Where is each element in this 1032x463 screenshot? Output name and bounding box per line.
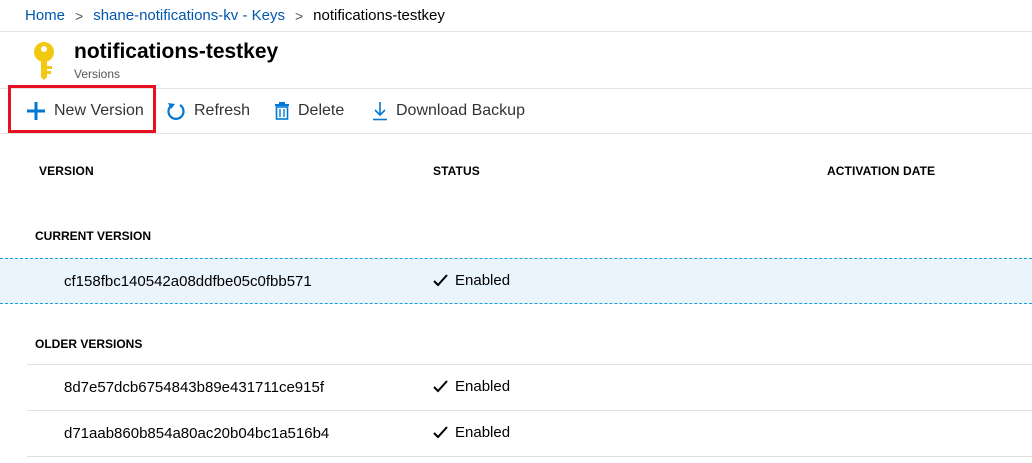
refresh-button[interactable]: Refresh [166, 89, 250, 133]
column-header-version[interactable]: VERSION [39, 164, 94, 178]
version-id: 8d7e57dcb6754843b89e431711ce915f [64, 379, 324, 396]
new-version-label: New Version [54, 102, 144, 119]
breadcrumb-vault-link[interactable]: shane-notifications-kv - Keys [93, 7, 285, 24]
column-header-activation-date[interactable]: ACTIVATION DATE [827, 164, 935, 178]
version-id: d71aab860b854a80ac20b04bc1a516b4 [64, 425, 330, 442]
download-icon [373, 102, 387, 121]
breadcrumb-current: notifications-testkey [313, 7, 445, 24]
column-header-status[interactable]: STATUS [433, 164, 480, 178]
checkmark-icon [433, 380, 448, 393]
status-cell: Enabled [433, 272, 510, 289]
status-text: Enabled [455, 272, 511, 289]
download-backup-label: Download Backup [396, 102, 525, 119]
page-subtitle: Versions [74, 67, 121, 81]
new-version-button[interactable]: New Version [26, 89, 144, 133]
delete-label: Delete [298, 102, 345, 119]
status-text: Enabled [455, 424, 511, 441]
version-id: cf158fbc140542a08ddfbe05c0fbb571 [64, 273, 312, 290]
table-row[interactable]: 8d7e57dcb6754843b89e431711ce915f Enabled [0, 365, 1032, 411]
breadcrumb-home-link[interactable]: Home [25, 7, 65, 24]
breadcrumb-separator: > [294, 7, 304, 24]
toolbar: New Version Refresh Delete Download Back… [0, 88, 1032, 134]
plus-icon [27, 102, 45, 120]
status-cell: Enabled [433, 424, 510, 441]
divider [27, 456, 1032, 457]
delete-button[interactable]: Delete [274, 89, 344, 133]
checkmark-icon [433, 426, 448, 439]
refresh-icon [167, 103, 185, 120]
key-icon [34, 42, 54, 80]
table-row[interactable]: cf158fbc140542a08ddfbe05c0fbb571 Enabled [0, 258, 1032, 304]
breadcrumb-separator: > [75, 7, 84, 24]
page-title: notifications-testkey [74, 40, 279, 63]
download-backup-button[interactable]: Download Backup [372, 89, 525, 133]
checkmark-icon [433, 274, 448, 287]
page-header: notifications-testkey Versions [0, 32, 1032, 88]
breadcrumb: Home > shane-notifications-kv - Keys > n… [0, 0, 1032, 32]
status-cell: Enabled [433, 378, 510, 395]
refresh-label: Refresh [194, 102, 251, 119]
current-version-label: CURRENT VERSION [35, 229, 152, 243]
older-versions-label: OLDER VERSIONS [35, 337, 143, 351]
table-row[interactable]: d71aab860b854a80ac20b04bc1a516b4 Enabled [0, 411, 1032, 457]
trash-icon [275, 102, 289, 120]
status-text: Enabled [455, 378, 511, 395]
